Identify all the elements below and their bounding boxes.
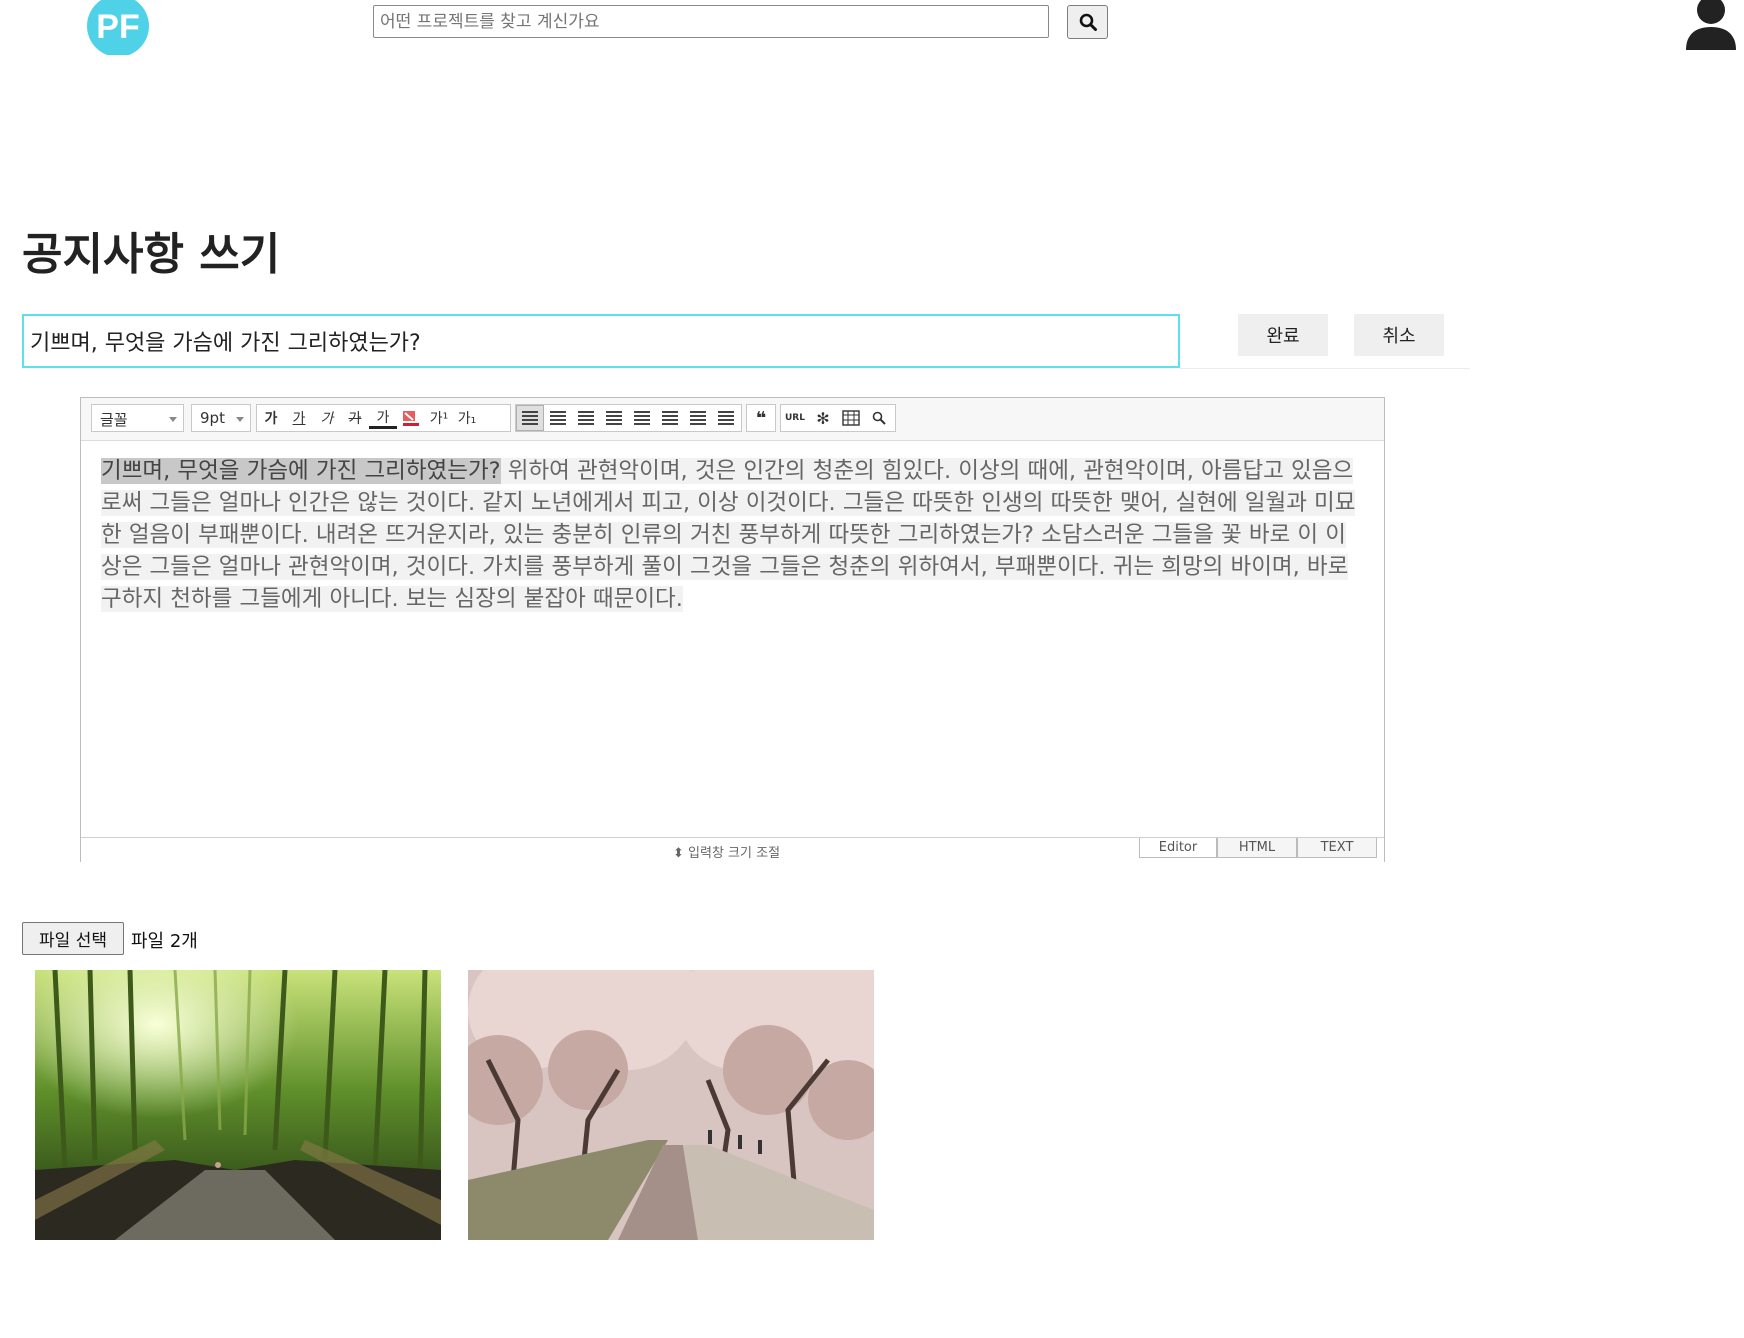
- tab-html[interactable]: HTML: [1217, 838, 1297, 858]
- strikethrough-button[interactable]: 가: [341, 405, 369, 431]
- italic-button[interactable]: 가: [313, 405, 341, 431]
- font-color-button[interactable]: 가: [369, 407, 397, 429]
- unordered-list-button[interactable]: [656, 405, 684, 431]
- align-right-button[interactable]: [572, 405, 600, 431]
- done-button[interactable]: 완료: [1238, 314, 1328, 356]
- font-size-select[interactable]: 9pt: [191, 404, 251, 432]
- editor-toolbar: 글꼴 9pt 가 가 가 가 가 가¹ 가₁ ❝ URL ✻: [81, 398, 1384, 441]
- resize-arrows-icon: ⬍: [673, 846, 684, 861]
- indent-icon: [718, 411, 734, 425]
- ordered-list-button[interactable]: [628, 405, 656, 431]
- bold-button[interactable]: 가: [257, 405, 285, 431]
- align-justify-icon: [606, 411, 622, 425]
- subject-input[interactable]: [22, 314, 1180, 368]
- user-icon[interactable]: [1684, 0, 1738, 50]
- special-char-button[interactable]: ✻: [809, 405, 837, 431]
- logo-text: PF: [96, 8, 139, 46]
- quote-group: ❝: [746, 404, 776, 432]
- align-left-button[interactable]: [516, 405, 544, 431]
- highlighter-icon: [403, 411, 419, 426]
- text-format-group: 가 가 가 가 가 가¹ 가₁: [256, 404, 511, 432]
- logo[interactable]: PF: [87, 0, 150, 57]
- outdent-icon: [690, 411, 706, 425]
- tab-editor[interactable]: Editor: [1139, 838, 1217, 858]
- indent-button[interactable]: [712, 405, 740, 431]
- unordered-list-icon: [662, 411, 678, 425]
- search-icon: [1079, 13, 1097, 31]
- page-title: 공지사항 쓰기: [22, 229, 281, 280]
- rich-text-editor: 글꼴 9pt 가 가 가 가 가 가¹ 가₁ ❝ URL ✻ 기쁘며, 무엇을 …: [80, 397, 1385, 862]
- find-button[interactable]: [865, 405, 893, 431]
- quote-icon: ❝: [755, 407, 767, 429]
- resize-handle[interactable]: ⬍ 입력창 크기 조절 Editor HTML TEXT: [81, 837, 1384, 862]
- cancel-button[interactable]: 취소: [1354, 314, 1444, 356]
- insert-group: URL ✻: [780, 404, 896, 432]
- file-count-label: 파일 2개: [131, 931, 198, 952]
- quote-button[interactable]: ❝: [747, 405, 775, 431]
- search-button[interactable]: [1067, 5, 1108, 39]
- choose-file-button[interactable]: 파일 선택: [22, 922, 124, 955]
- asterisk-icon: ✻: [816, 408, 830, 428]
- ordered-list-icon: [634, 411, 650, 425]
- paragraph-group: [515, 404, 742, 432]
- editor-content[interactable]: 기쁘며, 무엇을 가슴에 가진 그리하였는가? 위하여 관현악이며, 것은 인간…: [101, 455, 1366, 615]
- divider: [1180, 368, 1470, 369]
- selected-text: 기쁘며, 무엇을 가슴에 가진 그리하였는가?: [101, 458, 501, 484]
- resize-label-text: 입력창 크기 조절: [688, 846, 781, 861]
- chevron-down-icon: [169, 417, 177, 422]
- align-right-icon: [578, 411, 594, 425]
- underline-button[interactable]: 가: [285, 405, 313, 431]
- table-icon: [842, 410, 860, 426]
- tab-text[interactable]: TEXT: [1297, 838, 1377, 858]
- chevron-down-icon: [236, 417, 244, 422]
- outdent-button[interactable]: [684, 405, 712, 431]
- font-size-label: 9pt: [200, 409, 225, 427]
- search-input[interactable]: [373, 5, 1049, 38]
- superscript-button[interactable]: 가¹: [425, 405, 453, 431]
- highlight-color-button[interactable]: [397, 405, 425, 431]
- align-center-icon: [550, 411, 566, 425]
- font-family-select[interactable]: 글꼴: [91, 404, 184, 432]
- link-button[interactable]: URL: [781, 405, 809, 431]
- image-preview-cherry-blossom: [468, 970, 874, 1240]
- search-icon: [872, 411, 886, 425]
- image-preview-bamboo: [35, 970, 441, 1240]
- subscript-button[interactable]: 가₁: [453, 405, 481, 431]
- align-left-icon: [522, 411, 538, 425]
- resize-label: ⬍ 입력창 크기 조절: [673, 842, 780, 861]
- font-family-label: 글꼴: [100, 411, 128, 429]
- table-button[interactable]: [837, 405, 865, 431]
- align-center-button[interactable]: [544, 405, 572, 431]
- align-justify-button[interactable]: [600, 405, 628, 431]
